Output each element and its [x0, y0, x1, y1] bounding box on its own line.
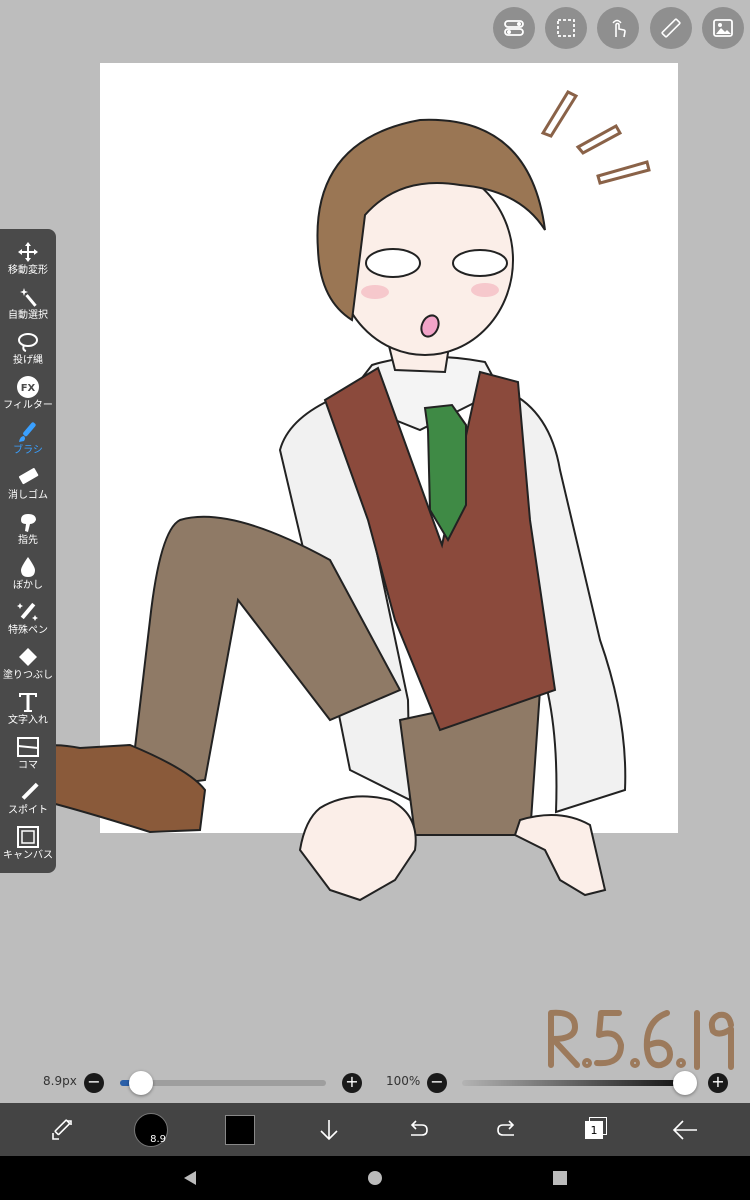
brush-preview-icon: 8.9 [134, 1112, 168, 1147]
layers-button[interactable]: 1 [566, 1103, 626, 1156]
brush-size-increase-button[interactable]: + [342, 1073, 362, 1093]
tool-eyedropper[interactable]: スポイト [0, 776, 56, 821]
nav-recents-icon[interactable] [550, 1168, 570, 1188]
brush-size-slider-handle[interactable] [128, 1071, 153, 1095]
tool-label: キャンバス [3, 850, 53, 861]
selection-icon [557, 19, 575, 37]
redo-button[interactable] [477, 1103, 537, 1156]
tool-label: 指先 [18, 535, 38, 546]
layers-icon: 1 [583, 1116, 609, 1143]
arrow-left-icon [672, 1119, 697, 1140]
tool-label: スポイト [8, 805, 48, 816]
touch-gesture-icon [612, 19, 626, 38]
brush-size-value: 8.9px [43, 1074, 77, 1088]
magic-wand-icon [15, 285, 41, 309]
eraser-icon [15, 465, 41, 489]
selection-button[interactable] [545, 7, 587, 49]
brush-swap-icon [52, 1119, 72, 1140]
tool-label: 投げ縄 [13, 355, 43, 366]
fill-bucket-icon [15, 645, 41, 669]
tool-label: ブラシ [13, 445, 43, 456]
image-icon [713, 19, 733, 37]
back-button[interactable] [655, 1103, 715, 1156]
tool-label: 文字入れ [8, 715, 48, 726]
tool-finger[interactable]: 指先 [0, 506, 56, 551]
reference-image-button[interactable] [702, 7, 744, 49]
eyedropper-icon [15, 780, 41, 804]
canvas-icon [15, 825, 41, 849]
toggle-icon [504, 20, 524, 36]
download-button[interactable] [299, 1103, 359, 1156]
tool-special-pen[interactable]: 特殊ペン [0, 596, 56, 641]
brush-size-decrease-button[interactable]: − [84, 1073, 104, 1093]
tool-label: 塗りつぶし [2, 670, 54, 681]
lasso-icon [15, 330, 41, 354]
tool-blur[interactable]: ぼかし [0, 551, 56, 596]
tool-move-transform[interactable]: 移動変形 [0, 236, 56, 281]
tool-label: 自動選択 [8, 310, 48, 321]
text-icon [15, 690, 41, 714]
special-pen-icon [15, 600, 41, 624]
opacity-slider-handle[interactable] [673, 1071, 697, 1095]
tool-auto-select[interactable]: 自動選択 [0, 281, 56, 326]
tool-text[interactable]: 文字入れ [0, 686, 56, 731]
opacity-value: 100% [386, 1074, 421, 1088]
tool-label: ぼかし [13, 580, 43, 591]
tool-filter[interactable]: FX フィルター [0, 371, 56, 416]
brush-icon [15, 420, 41, 444]
redo-icon [497, 1119, 515, 1136]
tool-brush[interactable]: ブラシ [0, 416, 56, 461]
nav-home-icon[interactable] [365, 1168, 385, 1188]
brush-preview-label: 8.9 [150, 1133, 166, 1145]
layer-count: 1 [585, 1120, 603, 1139]
opacity-decrease-button[interactable]: − [427, 1073, 447, 1093]
drawing-canvas[interactable] [100, 63, 678, 833]
frame-icon [15, 735, 41, 759]
tool-palette: 移動変形 自動選択 投げ縄 FX フィルター ブラシ 消しゴム 指先 ぼかし 特… [0, 229, 56, 873]
undo-icon [410, 1119, 428, 1136]
nav-back-icon[interactable] [180, 1168, 200, 1188]
system-nav-bar [0, 1156, 750, 1200]
undo-button[interactable] [388, 1103, 448, 1156]
svg-text:FX: FX [21, 383, 36, 394]
finger-icon [15, 510, 41, 534]
tool-frame[interactable]: コマ [0, 731, 56, 776]
quick-menu-button[interactable] [32, 1103, 92, 1156]
blur-drop-icon [15, 555, 41, 579]
ruler-icon [661, 18, 681, 38]
bottom-action-bar: 8.9 1 [0, 1103, 750, 1156]
tool-label: コマ [18, 760, 38, 771]
artist-signature [548, 1009, 734, 1070]
touch-gesture-button[interactable] [597, 7, 639, 49]
opacity-track[interactable] [462, 1080, 685, 1086]
tool-label: 消しゴム [8, 490, 48, 501]
move-icon [15, 240, 41, 264]
current-color-swatch [225, 1114, 255, 1145]
tool-label: 移動変形 [8, 265, 48, 276]
color-button[interactable] [210, 1103, 270, 1156]
tool-label: 特殊ペン [8, 625, 48, 636]
tool-label: フィルター [3, 400, 53, 411]
fx-icon: FX [15, 375, 41, 399]
toggle-button[interactable] [493, 7, 535, 49]
tool-canvas[interactable]: キャンバス [0, 821, 56, 866]
tool-lasso[interactable]: 投げ縄 [0, 326, 56, 371]
opacity-increase-button[interactable]: + [708, 1073, 728, 1093]
arrow-down-icon [320, 1119, 338, 1140]
tool-fill[interactable]: 塗りつぶし [0, 641, 56, 686]
ruler-button[interactable] [650, 7, 692, 49]
tool-eraser[interactable]: 消しゴム [0, 461, 56, 506]
brush-size-preview-button[interactable]: 8.9 [121, 1103, 181, 1156]
